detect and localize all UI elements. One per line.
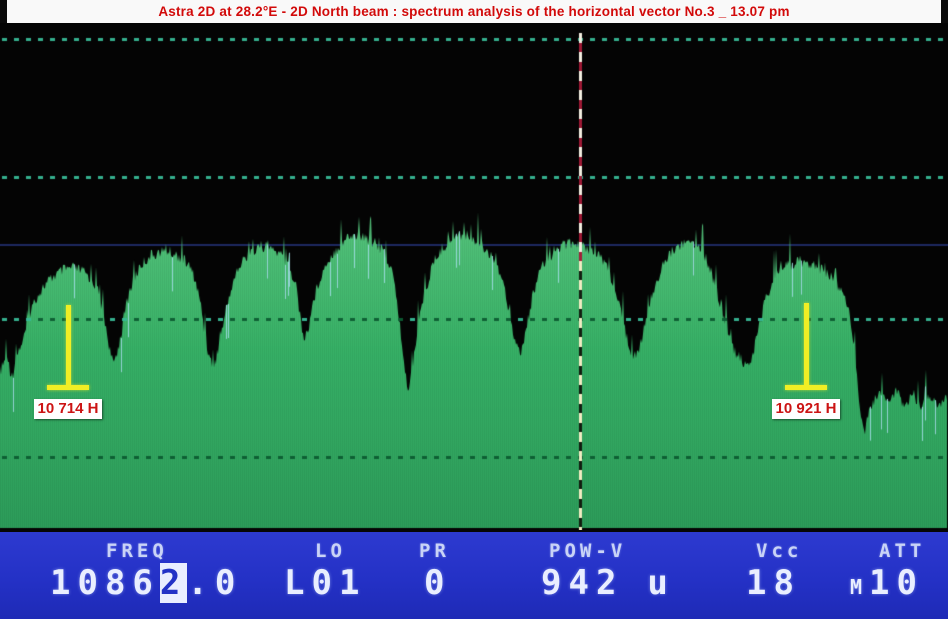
- pow-v-number: 942: [541, 563, 623, 603]
- marker-line: [66, 305, 71, 386]
- marker-10921: 10 921 H: [761, 303, 851, 419]
- title-bar: Astra 2D at 28.2°E - 2D North beam : spe…: [0, 0, 948, 23]
- lo-value: L01: [284, 563, 366, 603]
- freq-edit-cursor[interactable]: 2: [160, 563, 187, 603]
- marker-foot: [47, 385, 89, 390]
- freq-digits-after: .0: [187, 563, 242, 603]
- vcc-value: 18: [746, 563, 801, 603]
- meter-screen: Astra 2D at 28.2°E - 2D North beam : spe…: [0, 0, 948, 619]
- pr-label: PR: [419, 540, 450, 562]
- spectrum-plot: 10 714 H 10 921 H: [0, 23, 948, 530]
- pow-v-unit: u: [647, 563, 674, 603]
- marker-label: 10 714 H: [34, 399, 103, 419]
- att-value: M10: [850, 563, 924, 603]
- att-number: 10: [869, 563, 924, 603]
- freq-value[interactable]: 10862.0: [50, 563, 242, 603]
- vcc-label: Vcc: [756, 540, 802, 562]
- spectrum-canvas: [0, 23, 948, 530]
- marker-10714: 10 714 H: [23, 305, 113, 419]
- marker-foot: [785, 385, 827, 390]
- status-bar: FREQ LO PR POW-V Vcc ATT 10862.0 L01 0 9…: [0, 530, 948, 619]
- pr-value: 0: [424, 563, 451, 603]
- att-label: ATT: [879, 540, 925, 562]
- pow-v-label: POW-V: [549, 540, 626, 562]
- pow-v-value: 942 u: [541, 563, 675, 603]
- freq-label: FREQ: [106, 540, 168, 562]
- page-title: Astra 2D at 28.2°E - 2D North beam : spe…: [158, 4, 789, 19]
- att-mode-prefix: M: [850, 575, 864, 599]
- marker-label: 10 921 H: [772, 399, 841, 419]
- marker-line: [804, 303, 809, 386]
- freq-digits-before: 1086: [50, 563, 160, 603]
- lo-label: LO: [315, 540, 346, 562]
